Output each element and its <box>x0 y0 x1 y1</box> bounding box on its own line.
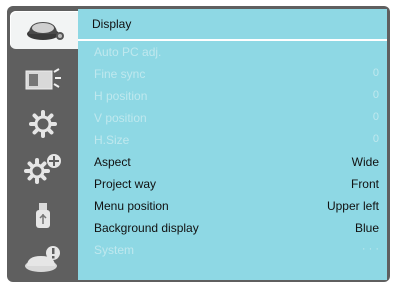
menu-item-value: Front <box>350 177 379 191</box>
sidebar-item-expanded-setting[interactable] <box>12 149 74 187</box>
sidebar <box>9 9 80 280</box>
menu-item-label: Aspect <box>94 155 131 169</box>
menu-item-h-size[interactable]: H.Size 0 <box>78 129 387 151</box>
menu-item-value: Wide <box>351 155 379 169</box>
menu-item-v-position[interactable]: V position 0 <box>78 107 387 129</box>
menu-item-label: Background display <box>94 221 199 235</box>
menu-item-value: Blue <box>354 221 379 235</box>
menu-item-auto-pc-adj[interactable]: Auto PC adj. <box>78 41 387 63</box>
menu-item-label: V position <box>94 111 147 125</box>
menu-item-value: 0 <box>372 89 379 101</box>
menu-item-aspect[interactable]: Aspect Wide <box>78 151 387 173</box>
menu-item-value: 0 <box>372 111 379 123</box>
menu-item-value: 0 <box>372 67 379 79</box>
picture-icon <box>23 66 63 94</box>
menu-item-label: System <box>94 243 135 257</box>
menu-item-system[interactable]: System · · · <box>78 239 387 261</box>
menu-item-h-position[interactable]: H position 0 <box>78 85 387 107</box>
menu-item-value: 0 <box>372 133 379 145</box>
menu-item-list: Auto PC adj. Fine sync 0 H position 0 V … <box>78 41 387 261</box>
display-menu-panel: Display Auto PC adj. Fine sync 0 H posit… <box>78 9 387 280</box>
menu-item-background-display[interactable]: Background display Blue <box>78 217 387 239</box>
sidebar-item-information[interactable] <box>12 241 74 279</box>
menu-item-label: H position <box>94 89 148 103</box>
expanded-settings-icon <box>21 151 65 185</box>
menu-item-menu-position[interactable]: Menu position Upper left <box>78 195 387 217</box>
menu-item-label: Project way <box>94 177 157 191</box>
menu-item-value: Upper left <box>326 199 379 213</box>
menu-item-fine-sync[interactable]: Fine sync 0 <box>78 63 387 85</box>
sidebar-item-memory-viewer[interactable] <box>12 197 74 235</box>
usb-icon <box>31 200 55 232</box>
info-icon <box>21 244 65 276</box>
menu-item-label: H.Size <box>94 133 130 147</box>
menu-item-label: Auto PC adj. <box>94 45 162 59</box>
page-title: Display <box>92 17 132 31</box>
sidebar-item-setting[interactable] <box>12 105 74 143</box>
menu-item-project-way[interactable]: Project way Front <box>78 173 387 195</box>
menu-title-bar: Display <box>78 9 387 39</box>
sidebar-item-display[interactable] <box>10 11 80 49</box>
settings-gear-icon <box>25 108 61 140</box>
sidebar-item-picture[interactable] <box>12 61 74 99</box>
display-icon <box>23 16 67 44</box>
menu-item-value: · · · <box>361 243 379 255</box>
menu-item-label: Fine sync <box>94 67 146 81</box>
menu-item-label: Menu position <box>94 199 169 213</box>
